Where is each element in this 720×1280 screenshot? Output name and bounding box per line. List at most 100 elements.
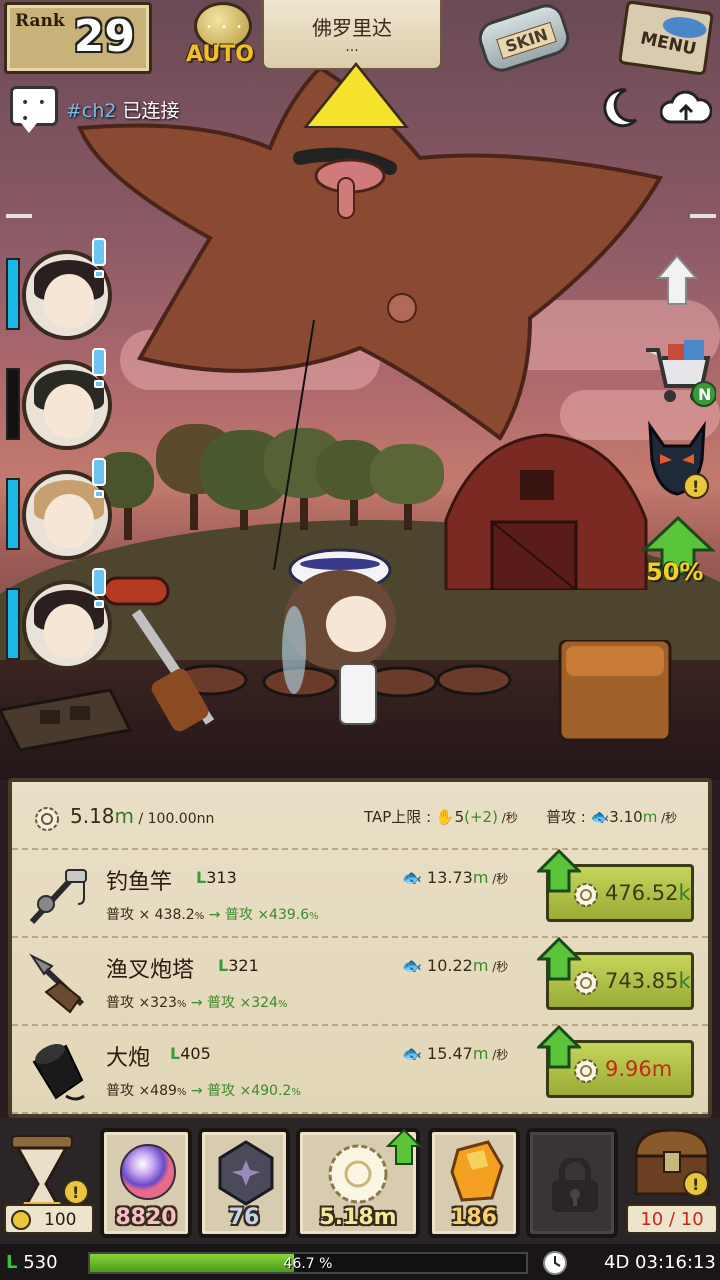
amber-crystal-icon [450,1140,504,1202]
rank-display[interactable]: Rank 29 [4,2,152,74]
upgrade-stat-next-pct: % [309,911,319,922]
level-glyph-icon: L [218,956,229,975]
screen-divider-left [6,214,32,218]
rainbow-orb-icon [120,1144,176,1200]
upgrade-dps: 🐟 13.73m /秒 [402,868,508,887]
hourglass-counter: 100 [4,1204,94,1234]
fishing-rod-icon [26,864,90,928]
rank-value: 29 [73,11,135,62]
upgrade-name: 渔叉炮塔 [106,958,195,983]
portrait-face [44,604,94,658]
cloud-upload-icon[interactable] [660,86,712,130]
upgrade-buy-button[interactable]: 476.52k [537,849,694,922]
tap-limit-bonus: (+2) [464,808,498,826]
upgrade-stat-next: → 普攻 ×439.6 [204,907,310,923]
upgrade-cost-unit: k [678,881,691,905]
tap-limit-label: TAP上限 : [364,808,436,826]
party-member-3[interactable] [4,458,114,570]
chat-button[interactable]: • • • [10,86,58,133]
upgrade-dps-unit: /秒 [488,1048,509,1062]
shop-cart-button[interactable]: N [642,336,716,408]
locked-slot[interactable] [526,1128,618,1238]
moon-icon[interactable] [596,86,640,130]
upgrade-level: L313 [196,868,237,887]
upgrade-level-value: 405 [180,1044,211,1063]
hp-fill [8,260,18,328]
upgrade-cost-value: 743.85 [605,969,679,993]
party-member-4[interactable] [4,568,114,680]
normal-attack-value: 3.10 [609,808,643,826]
location-subtitle: ... [345,39,359,55]
panel-header: 5.18m / 100.00nn TAP上限 : ✋5(+2) /秒 普攻 : … [12,782,708,850]
party-member-2[interactable] [4,348,114,460]
shell-coin-icon [574,1059,598,1083]
upgrade-stat-current: 普攻 × 438.2 [106,907,195,923]
gold-gear-icon [35,807,59,831]
chest-counter: 10 / 10 [626,1204,718,1234]
exclamation-dot [94,270,104,278]
exclamation-icon [92,238,106,266]
portrait-face [44,274,94,328]
upgrade-dps-unit-m: m [472,1044,489,1063]
upgrade-row: 钓鱼竿 L313 普攻 × 438.2% → 普攻 ×439.6% 🐟 13.73m … [12,849,708,938]
upgrade-level-value: 321 [228,956,259,975]
orb-count: 8820 [115,1205,177,1230]
level-glyph-icon: L [196,868,207,887]
auto-button[interactable]: • • • AUTO [184,2,262,72]
cannon-icon [26,1040,90,1104]
normal-attack-unit-m: m [642,808,658,826]
tap-limit: TAP上限 : ✋5(+2) /秒 [364,806,518,827]
scroll-up-arrow-icon[interactable] [656,254,698,306]
upgrade-dps-value: 15.47 [427,1044,473,1063]
portrait-face [44,494,94,548]
gold-amount: 5.18m / 100.00nn [70,804,214,828]
upgrade-stat: 普攻 ×323% → 普攻 ×324% [106,992,287,1012]
player-level-value: 530 [23,1252,58,1273]
shell-coin-icon [574,883,598,907]
hp-fill [8,480,18,548]
upgrade-dps: 🐟 10.22m /秒 [402,956,508,975]
skin-button[interactable]: SKIN [470,0,590,77]
normal-attack-rate: 普攻 : 🐟3.10m /秒 [546,806,677,827]
svg-text:!: ! [692,1175,699,1194]
tap-limit-value: 5 [454,808,465,826]
fork-sausage [102,576,215,732]
barn [444,433,648,590]
chat-bubble-tail [21,123,37,133]
upgrade-stat-current: 普攻 ×489 [106,1083,177,1099]
exclamation-icon [92,458,106,486]
menu-button[interactable]: MENU [614,0,716,76]
player-character[interactable] [260,540,430,740]
portrait-face [44,384,94,438]
svg-text:N: N [698,385,711,404]
fish-small-icon: 🐟 [402,956,422,975]
party-member-1[interactable] [4,238,114,350]
orb-slot[interactable]: 8820 [100,1128,192,1238]
level-glyph-icon: L [6,1252,18,1273]
upgrade-stat-next: → 普攻 ×324 [186,995,278,1011]
upgrade-level: L405 [170,1044,211,1063]
svg-text:!: ! [72,1183,79,1202]
treasure-chest-button[interactable]: ! [626,1122,718,1202]
upgrade-stat-next-pct: % [291,1087,301,1098]
session-timer: 4D 03:16:13 [604,1252,716,1273]
upgrade-stat-pct: % [176,999,187,1010]
fish-small-icon: 🐟 [402,1044,422,1063]
player-level: L 530 [6,1252,58,1273]
upgrade-buy-button[interactable]: 9.96m [537,1025,694,1098]
status-bar: L 530 46.7 % 4D 03:16:13 [0,1244,720,1280]
xp-progress-bar: 46.7 % [88,1252,528,1274]
location-title-banner[interactable]: 佛罗里达 ... [262,0,442,70]
amber-slot[interactable]: 186 [428,1128,520,1238]
padlock-icon [552,1158,598,1212]
fish-small-icon: 🐟 [590,808,610,826]
gem-slot[interactable]: 76 [198,1128,290,1238]
upgrade-name: 钓鱼竿 [106,870,173,895]
upgrade-level: L321 [218,956,259,975]
upgrade-dps-unit-m: m [472,956,489,975]
coin-slot[interactable]: 5.18m [296,1128,422,1238]
demon-mask-button[interactable]: ! [640,420,714,502]
boost-button[interactable]: 50% [640,515,716,596]
upgrade-buy-button[interactable]: 743.85k [537,937,694,1010]
fish-small-icon: 🐟 [402,868,422,887]
